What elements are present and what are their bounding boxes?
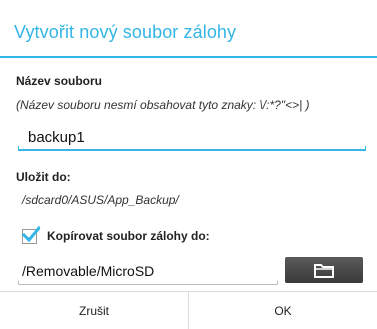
copy-destination-value: /Removable/MicroSD	[22, 263, 155, 279]
title-divider	[0, 56, 377, 58]
filename-label: Název souboru	[16, 74, 103, 88]
save-to-path: /sdcard0/ASUS/App_Backup/	[22, 193, 179, 207]
checkmark-icon	[22, 225, 40, 242]
filename-input-underline	[18, 146, 366, 151]
save-to-label: Uložit do:	[16, 170, 71, 184]
create-backup-dialog: Vytvořit nový soubor zálohy Název soubor…	[0, 0, 377, 329]
filename-input-value[interactable]: backup1	[28, 129, 85, 146]
copy-destination-field[interactable]: /Removable/MicroSD	[18, 257, 278, 285]
dialog-title: Vytvořit nový soubor zálohy	[14, 22, 237, 42]
copy-backup-label[interactable]: Kopírovat soubor zálohy do:	[47, 229, 210, 243]
filename-input[interactable]: backup1	[18, 125, 366, 151]
copy-backup-checkbox[interactable]	[22, 225, 40, 244]
ok-button[interactable]: OK	[189, 292, 377, 329]
copy-backup-row[interactable]: Kopírovat soubor zálohy do:	[22, 225, 210, 245]
copy-destination-underline	[18, 281, 278, 285]
cancel-button[interactable]: Zrušit	[0, 292, 188, 329]
browse-folder-button[interactable]	[285, 257, 363, 283]
dialog-button-bar: Zrušit OK	[0, 291, 377, 329]
filename-hint: (Název souboru nesmí obsahovat tyto znak…	[16, 98, 310, 112]
folder-icon	[314, 263, 334, 278]
